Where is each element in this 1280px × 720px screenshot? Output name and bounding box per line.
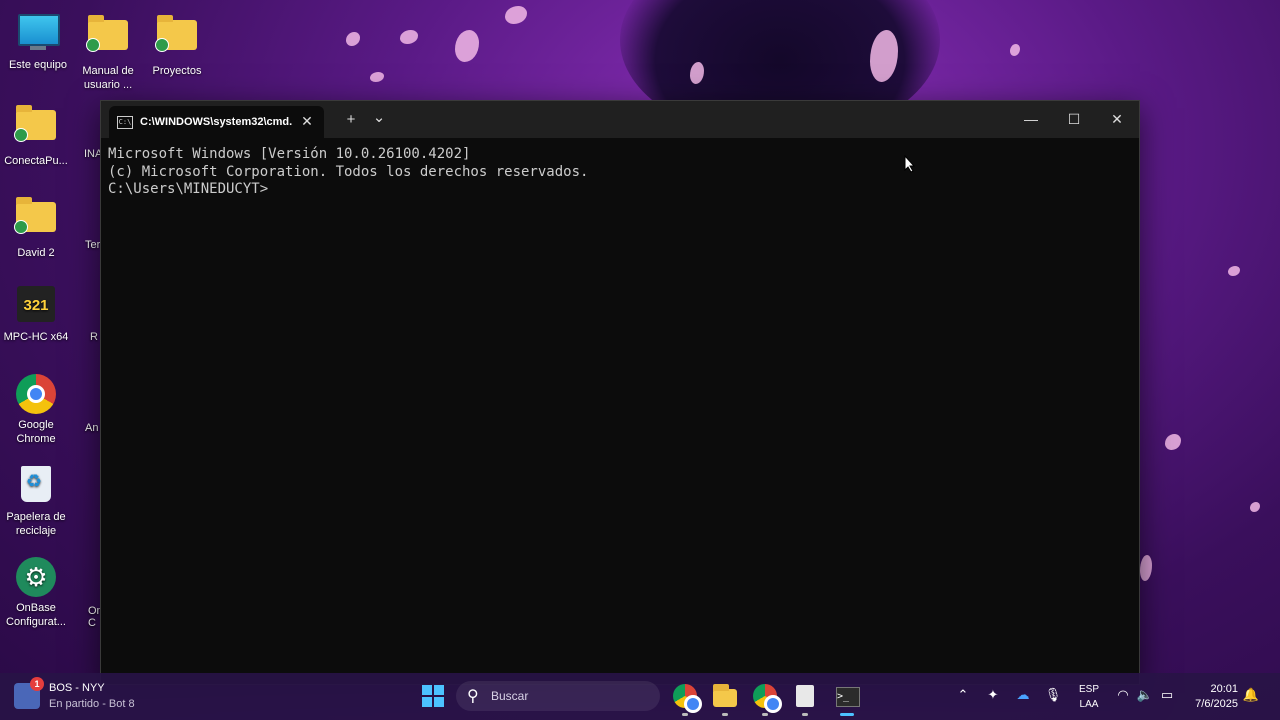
desktop-icon-manual[interactable]: Manual de usuario ... — [70, 12, 146, 92]
notification-badge: 1 — [30, 677, 44, 691]
wallpaper-petal — [370, 72, 384, 82]
tab-cmd[interactable]: C:\ C:\WINDOWS\system32\cmd. ✕ — [109, 106, 324, 138]
wallpaper-petal — [1250, 502, 1260, 512]
microphone-icon[interactable]: 🎙 — [1044, 687, 1062, 703]
chevron-up-icon[interactable]: ⌃ — [954, 687, 972, 703]
tab-title: C:\WINDOWS\system32\cmd. — [140, 116, 293, 128]
widget-subtitle: En partido - Bot 8 — [49, 698, 135, 710]
sports-widget[interactable]: 1 BOS - NYY En partido - Bot 8 — [14, 677, 164, 713]
taskbar-file-explorer[interactable] — [710, 681, 740, 716]
taskbar-notepad[interactable] — [790, 681, 820, 716]
folder-icon — [86, 15, 128, 60]
chrome-alt-icon — [753, 684, 782, 713]
language-line2: LAA — [1079, 699, 1099, 710]
onedrive-icon[interactable]: ☁ — [1014, 687, 1032, 703]
desktop-icon-label: Proyectos — [152, 65, 202, 77]
desktop-icon-proyectos[interactable]: Proyectos — [139, 12, 215, 78]
taskbar-chrome[interactable] — [670, 681, 702, 716]
mouse-cursor-icon — [904, 155, 916, 173]
recycle-bin-icon — [16, 466, 56, 506]
widget-title: BOS - NYY — [49, 682, 105, 694]
cmd-icon: C:\ — [117, 116, 133, 129]
folder-icon — [155, 15, 197, 60]
title-bar[interactable]: C:\ C:\WINDOWS\system32\cmd. ✕ + ⌄ — ☐ ✕ — [101, 101, 1139, 138]
wallpaper-petal — [346, 32, 360, 46]
wallpaper-petal — [1165, 434, 1181, 450]
console-line: Microsoft Windows [Versión 10.0.26100.42… — [108, 146, 471, 162]
desktop-icon-david2[interactable]: David 2 — [0, 194, 74, 260]
clock-date: 7/6/2025 — [1195, 698, 1238, 710]
desktop-icon-label: Manual de usuario ... — [82, 65, 134, 91]
maximize-button[interactable]: ☐ — [1052, 101, 1096, 137]
desktop-icon-onbase[interactable]: ⚙ OnBase Configurat... — [0, 557, 74, 629]
wallpaper-petal — [455, 30, 479, 62]
gear-icon: ⚙ — [16, 557, 56, 597]
language-line1: ESP — [1078, 684, 1099, 695]
notepad-icon — [796, 685, 814, 707]
folder-icon — [14, 105, 56, 150]
battery-icon[interactable]: ▭ — [1158, 687, 1176, 703]
taskbar-terminal[interactable]: >_ — [832, 681, 862, 716]
wallpaper-petal — [400, 30, 418, 44]
clock-time: 20:01 — [1210, 683, 1238, 695]
desktop-icon-mpc-hc[interactable]: 321 MPC-HC x64 — [0, 286, 74, 344]
console-output[interactable]: Microsoft Windows [Versión 10.0.26100.42… — [101, 138, 1139, 207]
chrome-icon — [16, 374, 56, 414]
computer-icon — [18, 14, 60, 54]
desktop-icon-label: David 2 — [17, 247, 55, 259]
chevron-down-icon[interactable]: ⌄ — [369, 109, 389, 127]
terminal-window[interactable]: C:\ C:\WINDOWS\system32\cmd. ✕ + ⌄ — ☐ ✕… — [100, 100, 1140, 685]
search-placeholder: Buscar — [491, 689, 529, 703]
wallpaper-petal — [1140, 555, 1152, 581]
new-tab-button[interactable]: + — [341, 111, 361, 129]
file-explorer-icon — [713, 684, 737, 707]
desktop-icon-label: ConectaPu... — [4, 155, 68, 167]
search-box[interactable]: ⚲ Buscar — [456, 681, 660, 711]
mpc-hc-icon: 321 — [16, 286, 56, 326]
desktop-icon-partial[interactable]: An — [85, 422, 98, 434]
desktop-icon-partial[interactable]: On C — [88, 605, 103, 629]
terminal-icon: >_ — [836, 687, 860, 707]
desktop-icon-google-chrome[interactable]: Google Chrome — [0, 374, 74, 446]
volume-icon[interactable]: 🔈 — [1136, 687, 1154, 703]
desktop-icon-label: MPC-HC x64 — [3, 331, 69, 343]
notification-bell-icon[interactable]: 🔔 — [1242, 687, 1260, 703]
chrome-icon — [673, 684, 702, 713]
desktop-icon-label: OnBase Configurat... — [6, 602, 66, 628]
dropbox-icon[interactable]: ✦ — [984, 687, 1002, 703]
console-line: (c) Microsoft Corporation. Todos los der… — [108, 163, 589, 180]
desktop-icon-label: Google Chrome — [16, 419, 56, 445]
search-icon: ⚲ — [467, 688, 479, 705]
desktop-icon-partial[interactable]: R — [90, 331, 98, 343]
taskbar-chrome-alt[interactable] — [750, 681, 782, 716]
wallpaper-petal — [505, 6, 527, 24]
desktop-icon-label: Este equipo — [8, 59, 68, 71]
folder-icon — [14, 197, 56, 242]
clock[interactable]: 20:01 7/6/2025 — [1180, 682, 1238, 712]
wallpaper-petal — [1010, 44, 1020, 56]
start-button[interactable] — [422, 685, 444, 707]
wifi-icon[interactable]: ◠ — [1114, 687, 1132, 703]
language-indicator[interactable]: ESP LAA — [1076, 682, 1102, 712]
wallpaper-petal — [1228, 266, 1240, 276]
desktop-icon-label: Papelera de reciclaje — [6, 511, 66, 537]
desktop-icon-partial[interactable]: Ter — [85, 239, 100, 251]
console-prompt: C:\Users\MINEDUCYT> — [108, 181, 269, 197]
desktop-icon-este-equipo[interactable]: Este equipo — [0, 12, 76, 72]
minimize-button[interactable]: — — [1009, 101, 1053, 137]
taskbar: 1 BOS - NYY En partido - Bot 8 ⚲ Buscar … — [0, 673, 1280, 720]
desktop-icon-papelera[interactable]: Papelera de reciclaje — [0, 466, 74, 538]
close-window-button[interactable]: ✕ — [1095, 101, 1139, 137]
desktop-icon-conectapu[interactable]: ConectaPu... — [0, 102, 74, 168]
close-tab-icon[interactable]: ✕ — [298, 112, 316, 130]
